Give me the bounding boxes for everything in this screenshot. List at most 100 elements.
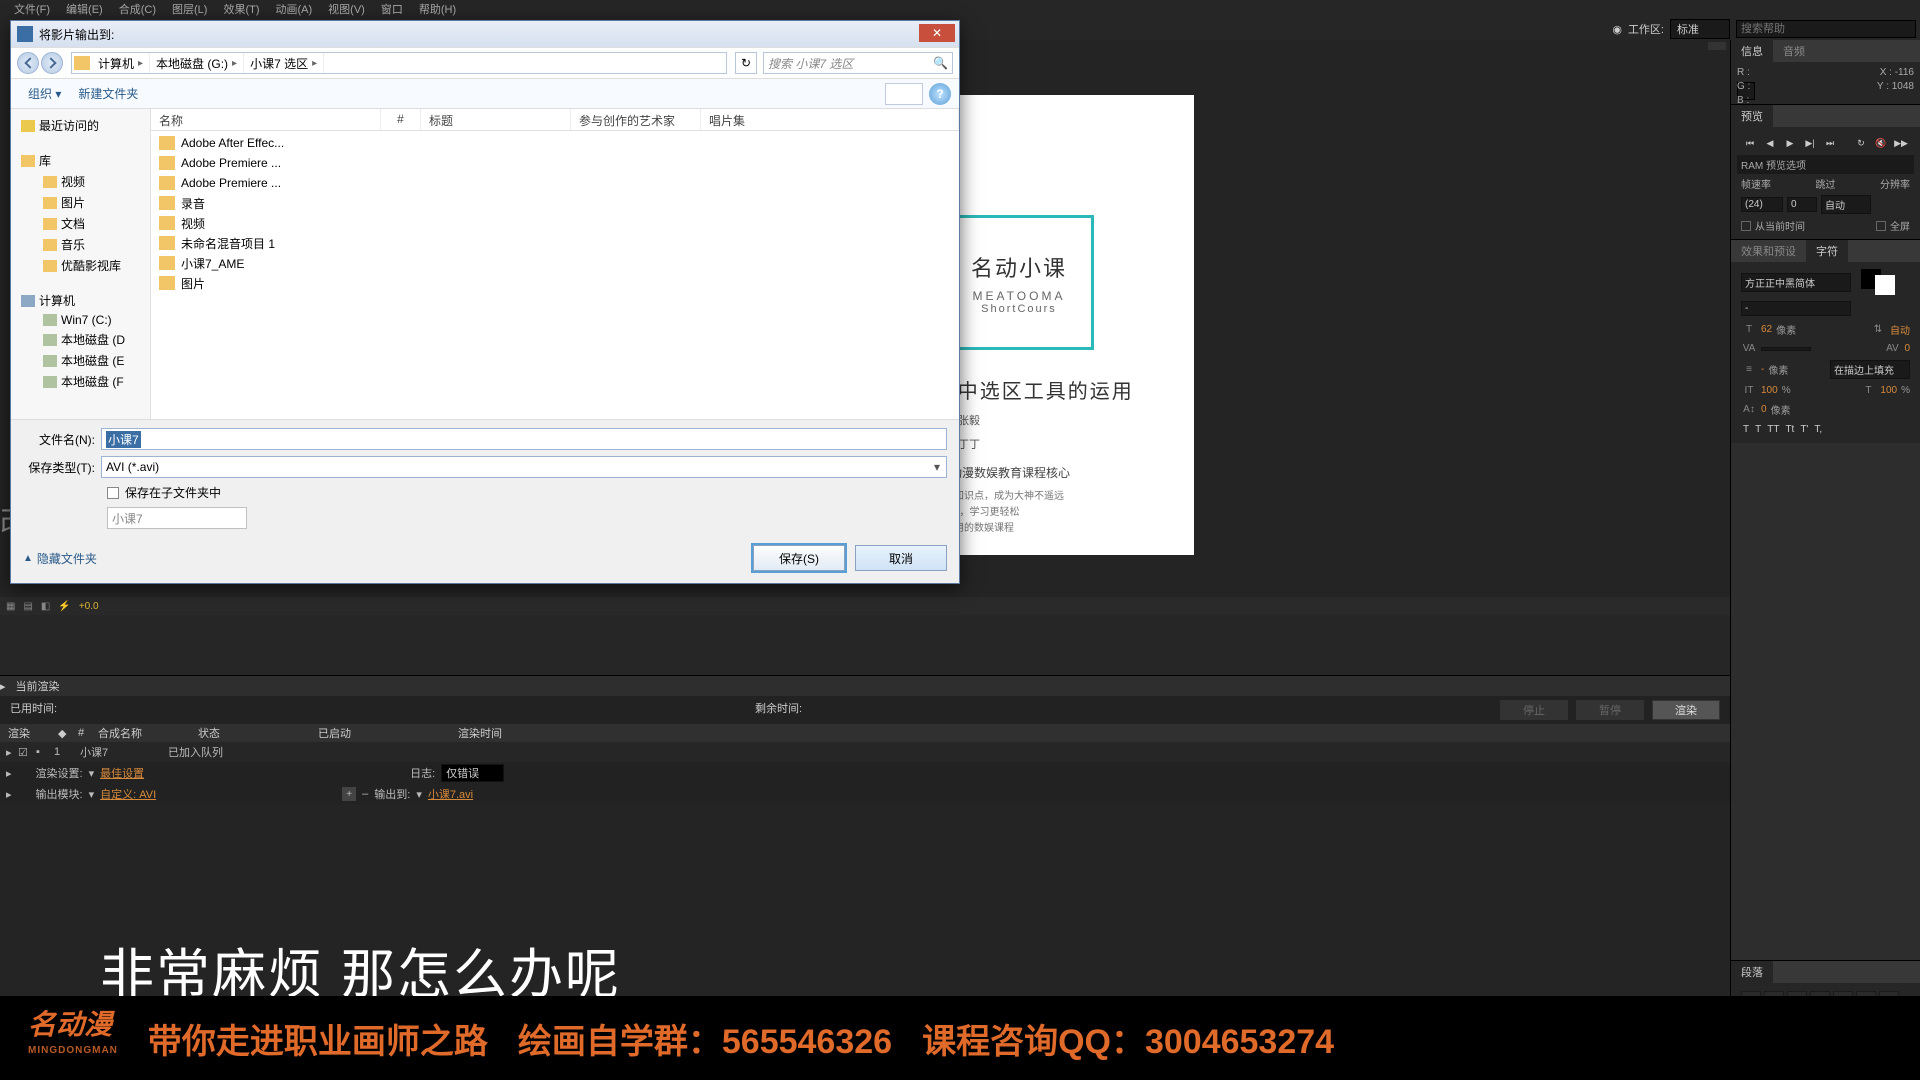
- menu-comp[interactable]: 合成(C): [111, 1, 164, 17]
- list-item[interactable]: Adobe After Effec...: [151, 133, 959, 153]
- bold-button[interactable]: T: [1743, 424, 1749, 435]
- framerate-field[interactable]: (24): [1741, 197, 1783, 212]
- render-button[interactable]: 渲染: [1652, 700, 1720, 720]
- tree-library[interactable]: 库: [19, 150, 150, 171]
- breadcrumb[interactable]: 计算机 本地磁盘 (G:) 小课7 选区: [71, 52, 727, 74]
- tab-audio[interactable]: 音频: [1773, 40, 1815, 62]
- tree-videos[interactable]: 视频: [41, 171, 150, 192]
- render-settings-link[interactable]: 最佳设置: [100, 765, 144, 781]
- loop-button[interactable]: ↻: [1852, 135, 1870, 151]
- tree-drive-d[interactable]: 本地磁盘 (D: [41, 329, 150, 350]
- italic-button[interactable]: T: [1755, 424, 1761, 435]
- refresh-button[interactable]: ↻: [735, 52, 757, 74]
- tree-drive-c[interactable]: Win7 (C:): [41, 311, 150, 329]
- guide-icon[interactable]: ▤: [23, 601, 32, 612]
- bolt-icon[interactable]: ⚡: [58, 601, 70, 612]
- col-num[interactable]: #: [70, 727, 90, 739]
- cancel-button[interactable]: 取消: [855, 545, 947, 571]
- last-frame-button[interactable]: ⏭: [1821, 135, 1839, 151]
- baseline-value[interactable]: 0: [1761, 404, 1767, 415]
- list-item[interactable]: Adobe Premiere ...: [151, 173, 959, 193]
- col-status[interactable]: 状态: [190, 725, 310, 741]
- col-filenum[interactable]: #: [381, 109, 421, 130]
- tree-drive-e[interactable]: 本地磁盘 (E: [41, 350, 150, 371]
- skip-field[interactable]: 0: [1787, 197, 1817, 212]
- save-button[interactable]: 保存(S): [753, 545, 845, 571]
- font-style-select[interactable]: -: [1741, 301, 1851, 316]
- tab-paragraph[interactable]: 段落: [1731, 961, 1773, 983]
- stroke-width[interactable]: -: [1761, 364, 1764, 375]
- file-list[interactable]: 名称 # 标题 参与创作的艺术家 唱片集 Adobe After Effec..…: [151, 109, 959, 419]
- first-frame-button[interactable]: ⏮: [1741, 135, 1759, 151]
- col-started[interactable]: 已启动: [310, 725, 450, 741]
- nav-tree[interactable]: 最近访问的 库 视频 图片 文档 音乐 优酷影视库 计算机 Win7 (C:) …: [11, 109, 151, 419]
- list-item[interactable]: 未命名混音项目 1: [151, 233, 959, 253]
- tab-character[interactable]: 字符: [1806, 240, 1848, 262]
- tree-recent[interactable]: 最近访问的: [19, 115, 150, 136]
- list-item[interactable]: 视频: [151, 213, 959, 233]
- kerning-field[interactable]: [1761, 347, 1811, 351]
- output-module-link[interactable]: 自定义: AVI: [100, 786, 156, 802]
- menu-effect[interactable]: 效果(T): [215, 1, 267, 17]
- subscript-button[interactable]: T,: [1814, 424, 1822, 435]
- play-button[interactable]: ▶: [1781, 135, 1799, 151]
- list-item[interactable]: 小课7_AME: [151, 253, 959, 273]
- menu-file[interactable]: 文件(F): [6, 1, 58, 17]
- menu-window[interactable]: 窗口: [373, 1, 411, 17]
- fullscreen-checkbox[interactable]: [1876, 221, 1886, 231]
- nav-back-button[interactable]: [17, 52, 39, 74]
- tab-preview[interactable]: 预览: [1731, 105, 1773, 127]
- col-render[interactable]: 渲染: [0, 725, 50, 741]
- organize-button[interactable]: 组织 ▾: [19, 82, 70, 105]
- ram-preview-button[interactable]: ▶▶: [1892, 135, 1910, 151]
- exposure-value[interactable]: +0.0: [79, 601, 99, 612]
- stroke-mode-select[interactable]: 在描边上填充: [1830, 360, 1910, 379]
- subfolder-checkbox[interactable]: [107, 487, 119, 499]
- col-eye[interactable]: ◆: [50, 727, 70, 740]
- dialog-search[interactable]: 搜索 小课7 选区 🔍: [763, 52, 953, 74]
- tracking-value[interactable]: 0: [1904, 343, 1910, 354]
- tree-docs[interactable]: 文档: [41, 213, 150, 234]
- tab-info[interactable]: 信息: [1731, 40, 1773, 62]
- leading-value[interactable]: 自动: [1890, 322, 1910, 337]
- tab-effects[interactable]: 效果和预设: [1731, 240, 1806, 262]
- mute-button[interactable]: 🔇: [1872, 135, 1890, 151]
- dialog-titlebar[interactable]: 将影片输出到: ✕: [11, 21, 959, 47]
- next-frame-button[interactable]: ▶|: [1801, 135, 1819, 151]
- font-select[interactable]: 方正正中黑简体: [1741, 273, 1851, 292]
- grid-icon[interactable]: ▦: [6, 601, 15, 612]
- rq-item-row[interactable]: ▸ ☑ ▪ 1 小课7 已加入队列: [0, 742, 1730, 762]
- vscale-value[interactable]: 100: [1761, 385, 1778, 396]
- col-artist[interactable]: 参与创作的艺术家: [571, 109, 701, 130]
- pause-button[interactable]: 暂停: [1576, 700, 1644, 720]
- list-item[interactable]: 录音: [151, 193, 959, 213]
- col-filetitle[interactable]: 标题: [421, 109, 571, 130]
- tree-music[interactable]: 音乐: [41, 234, 150, 255]
- tree-images[interactable]: 图片: [41, 192, 150, 213]
- superscript-button[interactable]: T': [1800, 424, 1808, 435]
- list-item[interactable]: 图片: [151, 273, 959, 293]
- col-album[interactable]: 唱片集: [701, 109, 959, 130]
- tree-computer[interactable]: 计算机: [19, 290, 150, 311]
- panel-collapse-icon[interactable]: [1708, 42, 1726, 50]
- tree-drive-f[interactable]: 本地磁盘 (F: [41, 371, 150, 392]
- list-item[interactable]: Adobe Premiere ...: [151, 153, 959, 173]
- add-output-button[interactable]: +: [342, 787, 356, 801]
- col-filename[interactable]: 名称: [151, 109, 381, 130]
- col-time[interactable]: 渲染时间: [450, 725, 510, 741]
- crumb-drive[interactable]: 本地磁盘 (G:): [150, 53, 244, 73]
- view-mode-button[interactable]: [885, 83, 923, 105]
- menu-help[interactable]: 帮助(H): [411, 1, 464, 17]
- close-button[interactable]: ✕: [919, 24, 955, 42]
- stroke-swatch[interactable]: [1875, 275, 1895, 295]
- nav-forward-button[interactable]: [41, 52, 63, 74]
- subfolder-input[interactable]: 小课7: [107, 507, 247, 529]
- menu-anim[interactable]: 动画(A): [268, 1, 321, 17]
- prev-frame-button[interactable]: ◀: [1761, 135, 1779, 151]
- menu-view[interactable]: 视图(V): [320, 1, 373, 17]
- filetype-select[interactable]: AVI (*.avi): [101, 456, 947, 478]
- menu-edit[interactable]: 编辑(E): [58, 1, 111, 17]
- font-size-value[interactable]: 62: [1761, 324, 1772, 335]
- allcaps-button[interactable]: TT: [1767, 424, 1779, 435]
- new-folder-button[interactable]: 新建文件夹: [78, 85, 138, 102]
